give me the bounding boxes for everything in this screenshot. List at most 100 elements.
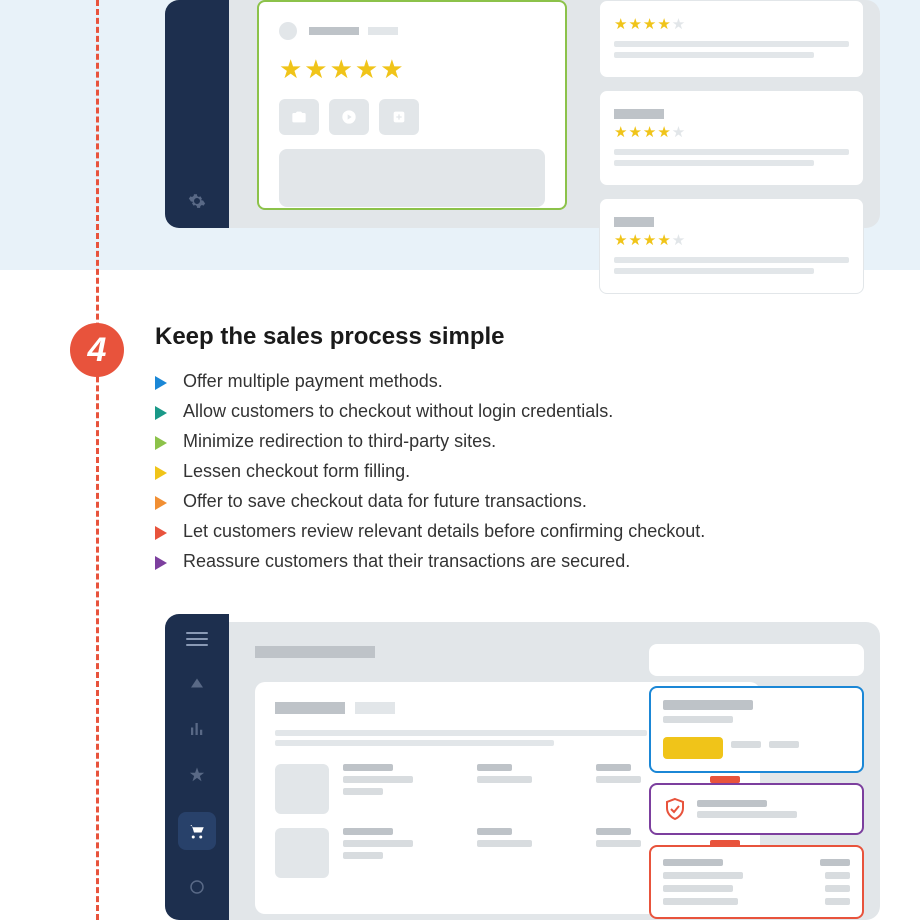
mockup-sidebar	[165, 0, 229, 228]
star-icon: ★★★★★	[614, 231, 849, 249]
placeholder-bar	[343, 764, 393, 771]
section-title: Keep the sales process simple	[155, 323, 880, 351]
camera-icon	[279, 99, 319, 135]
placeholder-bar	[825, 872, 850, 879]
cart-icon	[178, 812, 216, 850]
placeholder-bar	[343, 828, 393, 835]
placeholder-bar	[477, 828, 512, 835]
placeholder-bar	[663, 898, 738, 905]
placeholder-bar	[343, 840, 413, 847]
star-rating: ★★★★★	[279, 54, 545, 85]
placeholder-bar	[355, 702, 395, 714]
list-item: Reassure customers that their transactio…	[155, 551, 880, 572]
gear-icon	[188, 192, 206, 210]
placeholder-bar	[477, 840, 532, 847]
list-item: Offer multiple payment methods.	[155, 371, 880, 392]
list-item: Allow customers to checkout without logi…	[155, 401, 880, 422]
placeholder-bar	[663, 872, 743, 879]
checkout-sidebar	[649, 644, 864, 919]
placeholder-bar	[614, 160, 814, 166]
placeholder-bar	[820, 859, 850, 866]
bullet-text: Minimize redirection to third-party site…	[183, 431, 496, 452]
list-item: Offer to save checkout data for future t…	[155, 491, 880, 512]
summary-box	[649, 845, 864, 919]
placeholder-bar	[596, 828, 631, 835]
review-textarea	[279, 149, 545, 207]
bullet-text: Lessen checkout form filling.	[183, 461, 410, 482]
placeholder-bar	[343, 852, 383, 859]
placeholder-bar	[343, 776, 413, 783]
plus-icon	[379, 99, 419, 135]
bullet-icon	[155, 406, 167, 420]
bullet-text: Offer multiple payment methods.	[183, 371, 443, 392]
placeholder-bar	[697, 800, 767, 807]
star-icon: ★★★★★	[614, 15, 849, 33]
bullet-icon	[155, 436, 167, 450]
review-list: ★★★★★ ★★★★★ ★★★★★	[599, 0, 864, 294]
bullet-text: Allow customers to checkout without logi…	[183, 401, 613, 422]
timeline-dashed-line	[96, 0, 99, 920]
circle-icon	[188, 878, 206, 896]
placeholder-bar	[614, 52, 814, 58]
placeholder-bar	[596, 776, 641, 783]
placeholder-bar	[477, 776, 532, 783]
placeholder-bar	[663, 885, 733, 892]
play-icon	[329, 99, 369, 135]
placeholder-bar	[596, 764, 631, 771]
media-actions	[279, 99, 545, 135]
list-item: Let customers review relevant details be…	[155, 521, 880, 542]
review-card: ★★★★★	[599, 198, 864, 294]
bullet-text: Offer to save checkout data for future t…	[183, 491, 587, 512]
shield-icon	[663, 797, 687, 821]
checkout-mockup	[165, 622, 880, 920]
placeholder-bar	[614, 109, 664, 119]
placeholder-bar	[614, 41, 849, 47]
placeholder-bar	[368, 27, 398, 35]
placeholder-bar	[825, 898, 850, 905]
list-item: Lessen checkout form filling.	[155, 461, 880, 482]
bullet-icon	[155, 556, 167, 570]
security-box	[649, 783, 864, 835]
bullet-text: Let customers review relevant details be…	[183, 521, 705, 542]
placeholder-bar	[769, 741, 799, 748]
bullet-icon	[155, 376, 167, 390]
placeholder-bar	[275, 730, 647, 736]
review-card: ★★★★★	[599, 0, 864, 78]
bullet-icon	[155, 526, 167, 540]
placeholder-bar	[731, 741, 761, 748]
bullet-icon	[155, 466, 167, 480]
placeholder-bar	[825, 885, 850, 892]
avatar-icon	[279, 22, 297, 40]
star-icon	[188, 766, 206, 784]
review-form-card: ★★★★★	[257, 0, 567, 210]
menu-icon	[186, 632, 208, 646]
placeholder-bar	[663, 859, 723, 866]
placeholder-bar	[614, 217, 654, 227]
primary-button	[663, 737, 723, 759]
placeholder-bar	[477, 764, 512, 771]
search-placeholder	[649, 644, 864, 676]
placeholder-bar	[275, 702, 345, 714]
section-number-badge: 4	[70, 323, 124, 377]
placeholder-bar	[663, 700, 753, 710]
placeholder-bar	[596, 840, 641, 847]
review-mockup: ★★★★★ ★★★★★ ★★★★★ ★★★★★	[165, 0, 880, 228]
star-icon: ★★★★★	[279, 54, 406, 84]
triangle-up-icon	[188, 674, 206, 692]
page-title-placeholder	[255, 646, 375, 658]
placeholder-bar	[697, 811, 797, 818]
placeholder-bar	[309, 27, 359, 35]
bullet-text: Reassure customers that their transactio…	[183, 551, 630, 572]
product-thumbnail	[275, 764, 329, 814]
placeholder-bar	[275, 740, 554, 746]
bullet-icon	[155, 496, 167, 510]
payment-box	[649, 686, 864, 773]
placeholder-bar	[614, 257, 849, 263]
placeholder-bar	[614, 268, 814, 274]
product-thumbnail	[275, 828, 329, 878]
bullet-list: Offer multiple payment methods. Allow cu…	[155, 371, 880, 572]
review-card: ★★★★★	[599, 90, 864, 186]
list-item: Minimize redirection to third-party site…	[155, 431, 880, 452]
placeholder-bar	[614, 149, 849, 155]
section-content: Keep the sales process simple Offer mult…	[155, 323, 880, 581]
